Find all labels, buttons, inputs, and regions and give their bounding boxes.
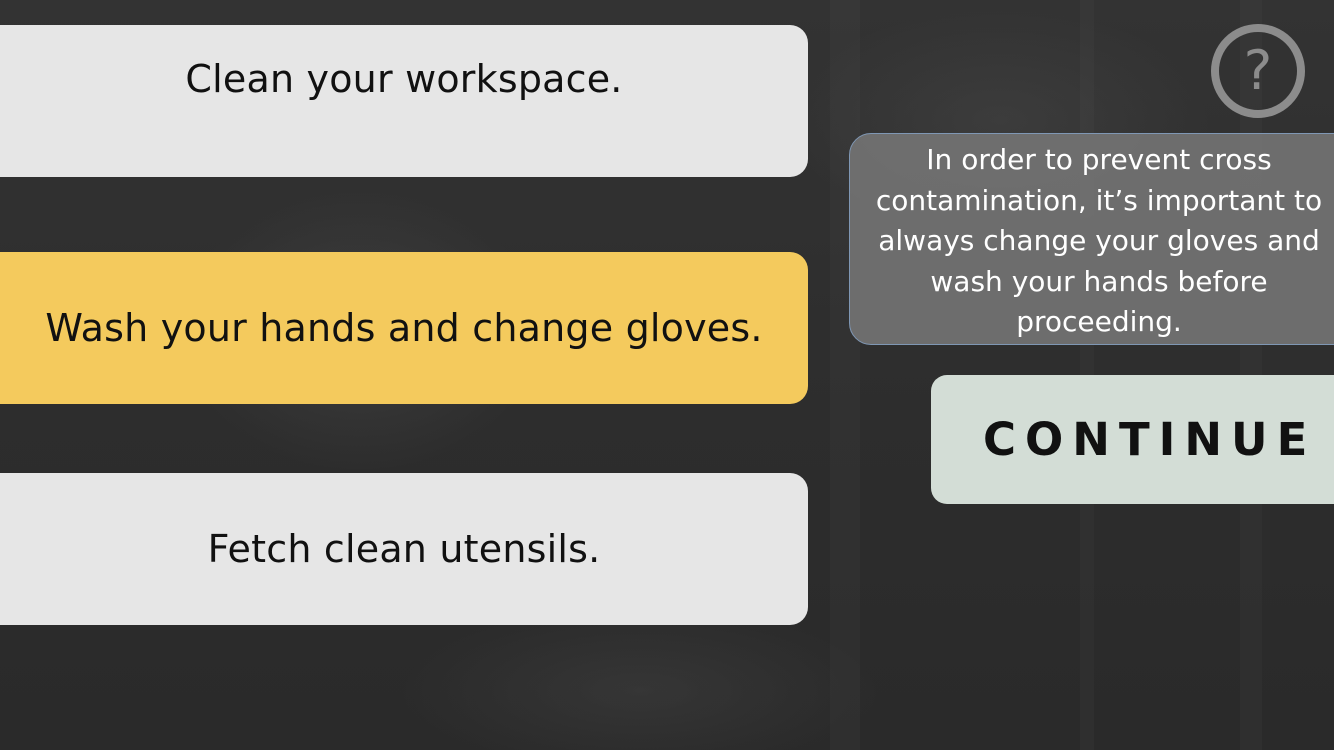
feedback-text: In order to prevent cross contamination,… xyxy=(875,143,1323,338)
question-circle-icon: ? xyxy=(1211,24,1305,118)
background-shade xyxy=(830,0,860,750)
continue-button[interactable]: CONTINUE xyxy=(931,375,1334,504)
answer-option-label: Clean your workspace. xyxy=(185,57,623,101)
answer-option-label: Fetch clean utensils. xyxy=(207,527,601,571)
answer-option-3[interactable]: Fetch clean utensils. xyxy=(0,473,808,625)
help-button[interactable]: ? xyxy=(1210,23,1306,119)
answer-option-1[interactable]: Clean your workspace. xyxy=(0,25,808,177)
continue-label: CONTINUE xyxy=(983,413,1317,466)
answer-option-2-selected[interactable]: Wash your hands and change gloves. xyxy=(0,252,808,404)
help-glyph: ? xyxy=(1244,39,1273,102)
answer-option-label: Wash your hands and change gloves. xyxy=(45,306,763,350)
feedback-panel: In order to prevent cross contamination,… xyxy=(849,133,1334,345)
